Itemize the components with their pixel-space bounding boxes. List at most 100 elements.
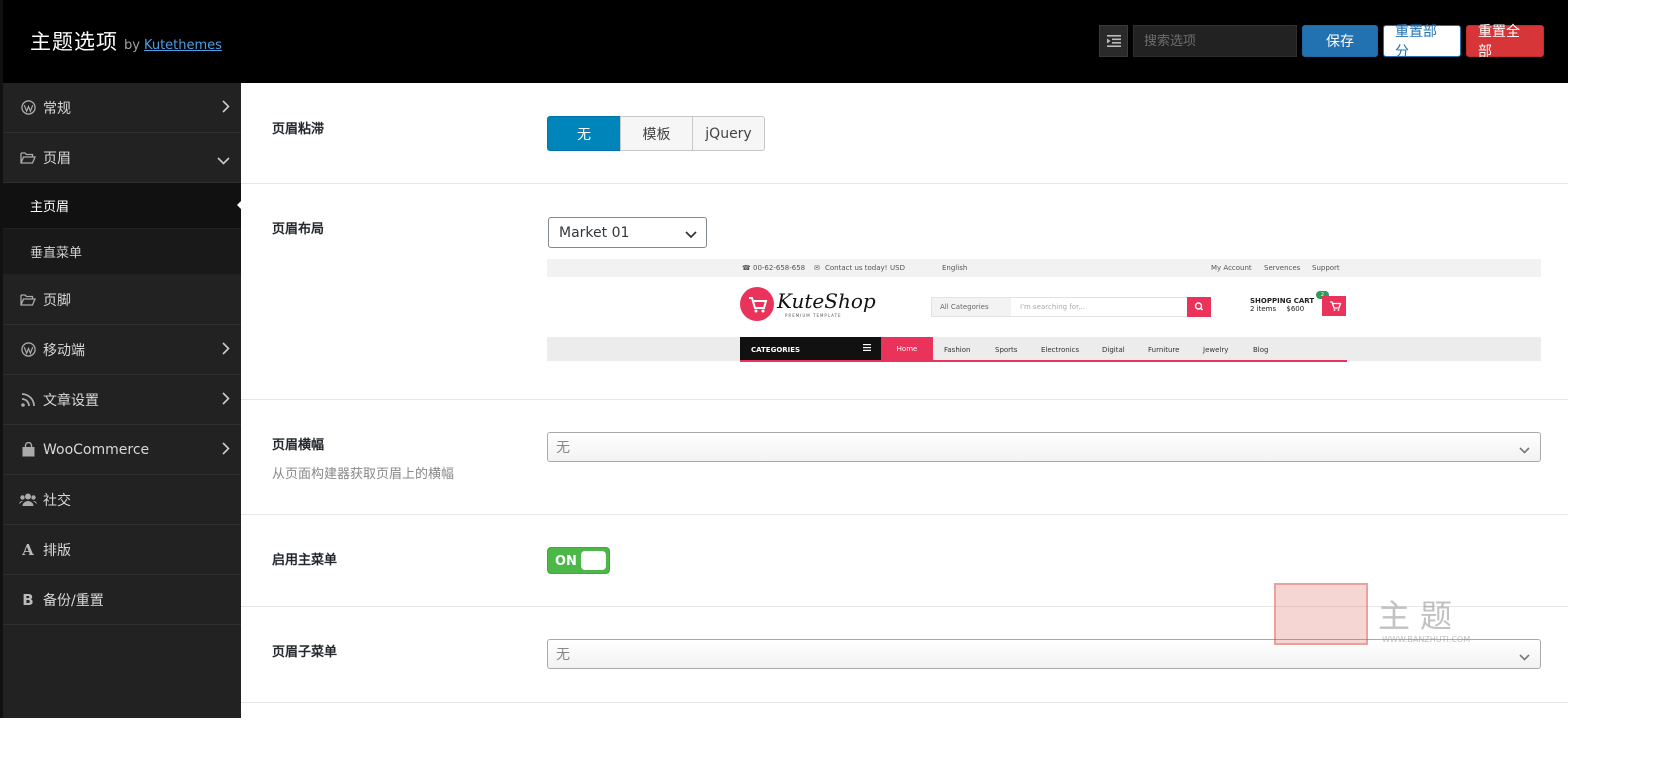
sidebar-item-footer[interactable]: 页脚	[3, 275, 241, 325]
reset-section-button[interactable]: 重置部分	[1383, 24, 1461, 60]
layout-preview-image[interactable]: ☎ 00-62-658-658 ✉ Contact us today! USD …	[547, 259, 1541, 363]
preview-contact: Contact us today!	[825, 264, 888, 272]
preview-all-categories: All Categories	[932, 298, 1011, 316]
preview-menu-home: Home	[881, 337, 933, 361]
users-icon	[19, 491, 37, 509]
sidebar-subitem-vertical-menu[interactable]: 垂直菜单	[3, 229, 241, 275]
preview-logo: KuteShop	[777, 289, 876, 313]
reset-all-button[interactable]: 重置全部	[1466, 24, 1544, 60]
sidebar-item-label: 文章设置	[43, 392, 99, 409]
preview-mail-icon: ✉	[814, 264, 820, 272]
preview-my-account: My Account	[1211, 264, 1252, 272]
preview-hamburger-icon	[863, 344, 871, 353]
preview-language: English	[942, 264, 968, 272]
preview-menu-item: Electronics	[1041, 346, 1080, 354]
sticky-option-jquery[interactable]: jQuery	[692, 116, 765, 151]
preview-phone-icon: ☎	[742, 264, 751, 272]
search-field[interactable]	[1133, 25, 1297, 57]
layout-select-value: Market 01	[559, 224, 630, 241]
preview-services: Servences	[1264, 264, 1301, 272]
watermark-text: 主题	[1378, 597, 1463, 635]
sidebar-item-label: 页脚	[43, 292, 71, 309]
preview-phone: 00-62-658-658	[753, 264, 806, 272]
preview-menu-item: Blog	[1253, 346, 1269, 354]
chevron-right-icon	[222, 392, 230, 409]
field-row-banner: 页眉横幅 从页面构建器获取页眉上的横幅 无	[241, 400, 1568, 515]
chevron-down-icon	[217, 153, 230, 169]
sidebar-item-general[interactable]: 常规	[3, 83, 241, 133]
preview-categories: CATEGORIES	[740, 337, 881, 361]
main-menu-toggle[interactable]: ON	[547, 547, 610, 574]
save-button[interactable]: 保存	[1302, 25, 1378, 57]
preview-search-placeholder: I'm searching for...	[1020, 303, 1085, 311]
chevron-right-icon	[222, 442, 230, 459]
watermark-logo: 主题 WWW.BANZHUTI.COM	[1274, 583, 1489, 647]
preview-logo-sub: PREMIUM TEMPLATE	[785, 313, 842, 318]
toolbar: 保存 重置部分 重置全部	[1099, 24, 1544, 60]
sidebar-item-typography[interactable]: A 排版	[3, 525, 241, 575]
field-row-sticky: 页眉粘滞 无 模板 jQuery	[241, 83, 1568, 184]
preview-search: All Categories I'm searching for...	[931, 297, 1211, 317]
folder-open-icon	[19, 149, 37, 167]
sidebar-item-woocommerce[interactable]: WooCommerce	[3, 425, 241, 475]
rss-icon	[19, 391, 37, 409]
watermark-url: WWW.BANZHUTI.COM	[1382, 635, 1471, 644]
preview-cart-total: $600	[1286, 305, 1305, 313]
sidebar-subitem-main-header[interactable]: 主页眉	[3, 183, 242, 229]
sidebar-item-social[interactable]: 社交	[3, 475, 241, 525]
field-label: 页眉粘滞	[272, 122, 325, 137]
preview-menu-item: Digital	[1102, 346, 1125, 354]
sidebar-item-label: 备份/重置	[43, 592, 104, 609]
sidebar-item-label: 移动端	[43, 342, 85, 359]
sidebar-item-header[interactable]: 页眉	[3, 133, 241, 183]
toggle-state: ON	[555, 554, 577, 569]
banner-select[interactable]: 无	[547, 432, 1541, 462]
chevron-down-icon	[685, 227, 697, 243]
field-label: 页眉布局	[272, 222, 325, 237]
sidebar-item-label: 页眉	[43, 150, 71, 167]
field-label: 启用主菜单	[272, 553, 338, 568]
sticky-option-template[interactable]: 模板	[620, 116, 693, 151]
by-text: by	[124, 38, 140, 53]
preview-categories-label: CATEGORIES	[751, 346, 801, 354]
preview-middle: KuteShop PREMIUM TEMPLATE All Categories…	[547, 277, 1541, 337]
sidebar-item-post-settings[interactable]: 文章设置	[3, 375, 241, 425]
preview-nav-underline	[740, 360, 1347, 362]
chevron-down-icon	[1519, 649, 1530, 665]
preview-cart-icon	[1322, 296, 1346, 316]
sidebar-item-backup[interactable]: B 备份/重置	[3, 575, 241, 625]
wordpress-icon	[19, 341, 37, 359]
sidebar-item-label: 常规	[43, 100, 71, 117]
sidebar-item-label: 社交	[43, 492, 71, 509]
preview-nav: CATEGORIES Home Fashion Sports Electroni…	[547, 337, 1541, 361]
sticky-option-none[interactable]: 无	[547, 116, 621, 151]
search-input[interactable]	[1144, 33, 1286, 49]
layout-select[interactable]: Market 01	[548, 217, 707, 248]
top-header: 主题选项 by Kutethemes 保存 重置部分 重置全部	[0, 0, 1568, 83]
chevron-right-icon	[222, 342, 230, 359]
wordpress-icon	[19, 99, 37, 117]
preview-currency: USD	[890, 264, 905, 272]
preview-menu-item: Fashion	[944, 346, 971, 354]
page-title: 主题选项	[30, 30, 118, 54]
preview-menu-item: Sports	[995, 346, 1018, 354]
field-row-layout: 页眉布局 Market 01 ☎ 00-62-658-658 ✉ Contact…	[241, 184, 1568, 400]
field-label: 页眉横幅	[272, 438, 325, 453]
sticky-button-set: 无 模板 jQuery	[547, 116, 765, 151]
sidebar-item-label: 排版	[43, 542, 71, 559]
preview-cart: SHOPPING CART 2 items $600	[1250, 297, 1314, 313]
preview-cart-title: SHOPPING CART	[1250, 297, 1315, 305]
preview-logo-cart-icon	[740, 287, 774, 321]
chevron-right-icon	[222, 100, 230, 117]
preview-topbar: ☎ 00-62-658-658 ✉ Contact us today! USD …	[547, 259, 1541, 277]
field-description: 从页面构建器获取页眉上的横幅	[272, 467, 455, 482]
preview-support: Support	[1312, 264, 1340, 272]
sidebar-item-mobile[interactable]: 移动端	[3, 325, 241, 375]
expand-options-icon[interactable]	[1099, 25, 1128, 57]
preview-menu-item: Furniture	[1148, 346, 1180, 354]
watermark-seal	[1274, 583, 1368, 645]
preview-search-icon	[1187, 297, 1211, 317]
sub-menu-select-value: 无	[556, 647, 570, 663]
author-link[interactable]: Kutethemes	[144, 38, 222, 53]
brand: 主题选项 by Kutethemes	[30, 26, 222, 56]
